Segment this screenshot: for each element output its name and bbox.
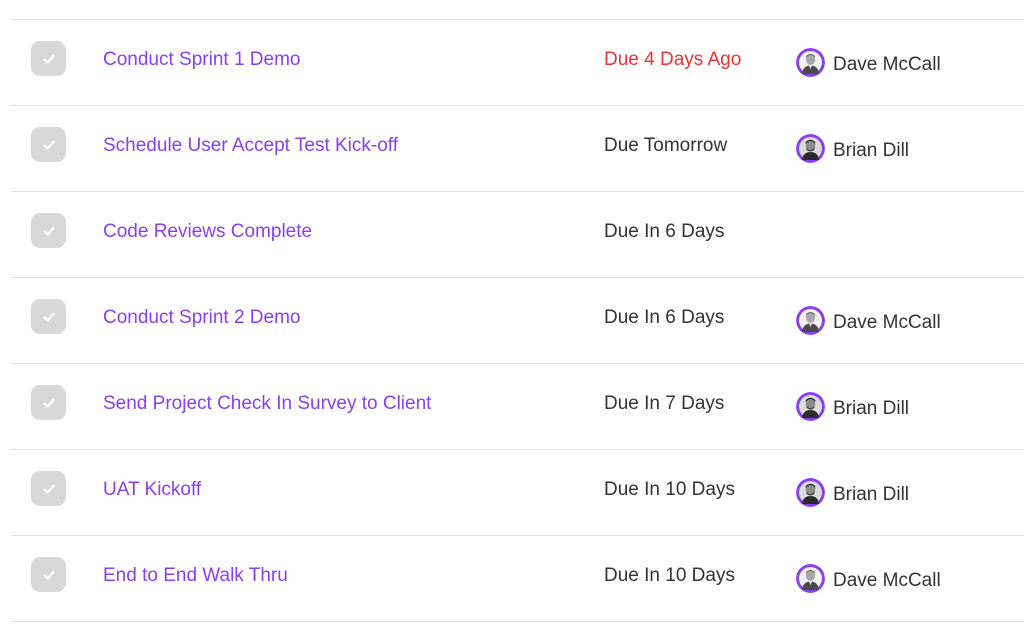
task-row: Conduct Sprint 2 Demo Due In 6 Days Dave… [11,278,1024,364]
avatar [796,391,825,421]
due-date: Due Tomorrow [604,135,728,156]
task-title-link[interactable]: Send Project Check In Survey to Client [103,393,431,415]
assignee-name: Dave McCall [833,54,941,75]
task-complete-checkbox[interactable] [31,213,66,248]
assignee-name: Brian Dill [833,398,910,419]
due-date: Due In 10 Days [604,565,735,586]
task-complete-checkbox[interactable] [31,41,66,76]
due-date: Due In 6 Days [604,307,725,328]
task-row: UAT Kickoff Due In 10 Days Brian Dill [11,450,1024,536]
assignee[interactable]: Brian Dill [796,132,909,164]
checkmark-icon [42,398,55,408]
checkmark-icon [42,312,55,322]
checkmark-icon [42,140,55,150]
avatar [796,305,825,335]
assignee[interactable]: Brian Dill [796,390,909,422]
task-complete-checkbox[interactable] [31,299,66,334]
task-row: Conduct Sprint 1 Demo Due 4 Days Ago Dav… [11,20,1024,106]
task-complete-checkbox[interactable] [31,127,66,162]
task-list: Conduct Sprint 1 Demo Due 4 Days Ago Dav… [11,19,1024,622]
assignee[interactable]: Dave McCall [796,304,941,336]
task-row: Send Project Check In Survey to Client D… [11,364,1024,450]
checkmark-icon [42,570,55,580]
avatar [796,47,825,77]
due-date: Due In 10 Days [604,479,735,500]
assignee[interactable]: Dave McCall [796,562,941,594]
task-title-link[interactable]: Conduct Sprint 2 Demo [103,307,301,329]
assignee-name: Dave McCall [833,312,941,333]
avatar [796,133,825,163]
checkmark-icon [42,54,55,64]
checkmark-icon [42,484,55,494]
task-title-link[interactable]: UAT Kickoff [103,479,201,501]
due-date: Due 4 Days Ago [604,49,742,70]
due-date: Due In 6 Days [604,221,725,242]
task-title-link[interactable]: Code Reviews Complete [103,221,312,243]
task-complete-checkbox[interactable] [31,557,66,592]
assignee[interactable]: Brian Dill [796,476,909,508]
assignee-name: Brian Dill [833,140,910,161]
avatar [796,563,825,593]
task-row: End to End Walk Thru Due In 10 Days Dave… [11,536,1024,622]
assignee-name: Dave McCall [833,570,941,591]
avatar [796,477,825,507]
task-complete-checkbox[interactable] [31,385,66,420]
checkmark-icon [42,226,55,236]
due-date: Due In 7 Days [604,393,725,414]
task-row: Schedule User Accept Test Kick-off Due T… [11,106,1024,192]
task-complete-checkbox[interactable] [31,471,66,506]
assignee[interactable]: Dave McCall [796,46,941,78]
task-row: Code Reviews Complete Due In 6 Days [11,192,1024,278]
task-title-link[interactable]: End to End Walk Thru [103,565,288,587]
task-title-link[interactable]: Conduct Sprint 1 Demo [103,49,301,71]
assignee-name: Brian Dill [833,484,910,505]
task-title-link[interactable]: Schedule User Accept Test Kick-off [103,135,398,157]
